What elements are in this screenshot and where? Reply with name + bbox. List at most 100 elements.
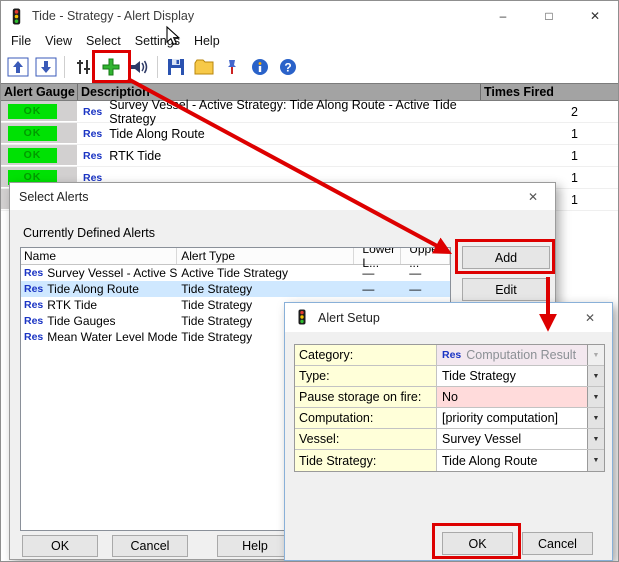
alert-name: Mean Water Level Model: [47, 330, 177, 344]
save-floppy-icon[interactable]: [163, 53, 189, 80]
arrow-up-icon[interactable]: [5, 53, 31, 80]
app-window: Tide - Strategy - Alert Display – □ ✕ Fi…: [0, 0, 619, 562]
cancel-button[interactable]: Cancel: [522, 532, 593, 555]
tide-strategy-select[interactable]: Tide Along Route ▼: [437, 450, 604, 471]
menu-help[interactable]: Help: [187, 33, 227, 49]
menu-file[interactable]: File: [4, 33, 38, 49]
chevron-down-icon[interactable]: ▼: [587, 366, 604, 386]
add-button[interactable]: Add: [462, 246, 550, 269]
arrow-down-icon[interactable]: [33, 53, 59, 80]
alert-name-cell: ResMean Water Level Model: [21, 330, 177, 344]
alert-description: Survey Vessel - Active Strategy: Tide Al…: [109, 98, 481, 126]
dialog-title: Select Alerts: [19, 190, 88, 204]
column-header-alert-gauge[interactable]: Alert Gauge: [1, 84, 78, 100]
vessel-label: Vessel:: [295, 429, 437, 449]
type-select[interactable]: Tide Strategy ▼: [437, 366, 604, 386]
res-tag: Res: [83, 150, 102, 162]
sound-speaker-icon[interactable]: [126, 53, 152, 80]
column-header-lower-limit[interactable]: Lower L...: [354, 248, 401, 264]
close-button[interactable]: ✕: [572, 1, 618, 31]
form-row-computation: Computation: [priority computation] ▼: [295, 408, 604, 429]
close-icon[interactable]: ✕: [511, 183, 555, 210]
alert-row[interactable]: OK Res RTK Tide 1: [1, 145, 618, 167]
column-header-times-fired[interactable]: Times Fired: [481, 84, 618, 100]
filter-sliders-icon[interactable]: [70, 53, 96, 80]
menu-view[interactable]: View: [38, 33, 79, 49]
alert-setup-form: Category: Res Computation Result ▼ Type:…: [294, 344, 605, 472]
times-fired-value: 2: [481, 105, 618, 119]
titlebar: Tide - Strategy - Alert Display – □ ✕: [1, 1, 618, 31]
toolbar-separator: [64, 56, 65, 78]
status-badge: OK: [8, 104, 57, 119]
alert-gauge-cell: OK: [1, 123, 78, 144]
add-alert-plus-icon[interactable]: [98, 53, 124, 80]
window-controls: – □ ✕: [480, 1, 618, 31]
column-header-name[interactable]: Name: [21, 248, 177, 264]
ok-button[interactable]: OK: [442, 532, 513, 555]
alert-row[interactable]: OK ResSurvey Vessel - Active Strategy: T…: [1, 101, 618, 123]
status-badge: OK: [8, 148, 57, 163]
alert-description-cell: Res Tide Along Route: [78, 123, 481, 144]
chevron-down-icon[interactable]: ▼: [587, 429, 604, 449]
res-tag: Res: [24, 299, 43, 311]
window-title: Tide - Strategy - Alert Display: [32, 9, 194, 23]
pause-storage-label: Pause storage on fire:: [295, 387, 437, 407]
menubar: File View Select Settings Help: [1, 31, 618, 50]
alert-description: Tide Along Route: [109, 127, 204, 141]
type-label: Type:: [295, 366, 437, 386]
chevron-down-icon[interactable]: ▼: [587, 408, 604, 428]
upper-limit-cell: —: [401, 282, 450, 296]
cancel-button[interactable]: Cancel: [112, 535, 188, 557]
lower-limit-cell: —: [354, 266, 401, 280]
maximize-button[interactable]: □: [526, 1, 572, 31]
chevron-down-icon[interactable]: ▼: [587, 450, 604, 471]
pause-storage-select[interactable]: No ▼: [437, 387, 604, 407]
tide-strategy-text: Tide Along Route: [442, 454, 537, 468]
list-header: Name Alert Type Lower L... Upper ...: [21, 248, 450, 265]
list-item[interactable]: ResSurvey Vessel - Active Str... Active …: [21, 265, 450, 281]
help-button[interactable]: Help: [217, 535, 293, 557]
vessel-select[interactable]: Survey Vessel ▼: [437, 429, 604, 449]
times-fired-value: 1: [481, 149, 618, 163]
ok-button[interactable]: OK: [22, 535, 98, 557]
alert-setup-titlebar: Alert Setup ✕: [285, 303, 612, 332]
alert-name: RTK Tide: [47, 298, 97, 312]
times-fired-value: 1: [481, 127, 618, 141]
alert-row[interactable]: OK Res Tide Along Route 1: [1, 123, 618, 145]
alert-name-cell: ResSurvey Vessel - Active Str...: [21, 266, 177, 280]
edit-button[interactable]: Edit: [462, 278, 550, 301]
alert-name: Tide Gauges: [47, 314, 115, 328]
status-badge: OK: [8, 126, 57, 141]
computation-label: Computation:: [295, 408, 437, 428]
computation-select[interactable]: [priority computation] ▼: [437, 408, 604, 428]
info-icon[interactable]: [247, 53, 273, 80]
pin-icon[interactable]: [219, 53, 245, 80]
alert-description-cell: ResSurvey Vessel - Active Strategy: Tide…: [78, 101, 481, 122]
chevron-down-icon[interactable]: ▼: [587, 387, 604, 407]
form-row-type: Type: Tide Strategy ▼: [295, 366, 604, 387]
minimize-button[interactable]: –: [480, 1, 526, 31]
tide-strategy-label: Tide Strategy:: [295, 450, 437, 471]
type-text: Tide Strategy: [442, 369, 516, 383]
res-tag: Res: [83, 128, 102, 140]
lower-limit-cell: —: [354, 282, 401, 296]
form-row-vessel: Vessel: Survey Vessel ▼: [295, 429, 604, 450]
column-header-upper-limit[interactable]: Upper ...: [401, 248, 450, 264]
help-icon[interactable]: ?: [275, 53, 301, 80]
dialog-title: Alert Setup: [318, 311, 380, 325]
list-item[interactable]: ResTide Along Route Tide Strategy — —: [21, 281, 450, 297]
menu-select[interactable]: Select: [79, 33, 128, 49]
alert-description: RTK Tide: [109, 149, 161, 163]
alert-name-cell: Res RTK Tide: [21, 298, 177, 312]
column-header-alert-type[interactable]: Alert Type: [177, 248, 354, 264]
form-row-pause-storage: Pause storage on fire: No ▼: [295, 387, 604, 408]
alert-type-cell: Tide Strategy: [177, 282, 354, 296]
alert-name-cell: ResTide Gauges: [21, 314, 177, 328]
alert-name-cell: ResTide Along Route: [21, 282, 177, 296]
close-icon[interactable]: ✕: [568, 303, 612, 332]
open-folder-icon[interactable]: [191, 53, 217, 80]
menu-settings[interactable]: Settings: [128, 33, 187, 49]
alert-gauge-cell: OK: [1, 101, 78, 122]
chevron-down-icon: ▼: [587, 345, 604, 365]
select-alerts-titlebar: Select Alerts ✕: [10, 183, 555, 210]
